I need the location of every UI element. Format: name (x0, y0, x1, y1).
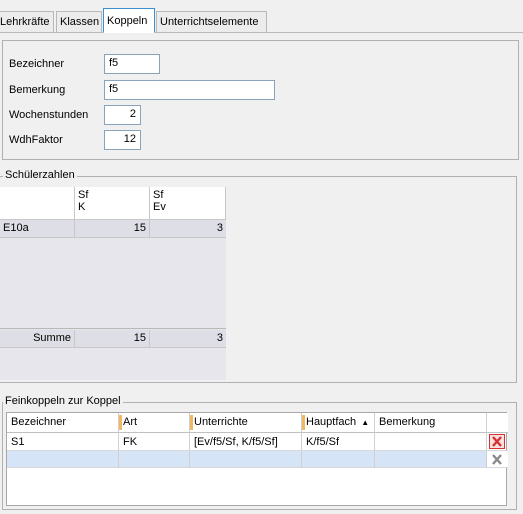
row-label-e10a[interactable]: E10a (0, 220, 75, 238)
sum-label: Summe (0, 330, 75, 348)
header-marker (119, 415, 122, 430)
sum-sf-ev: 3 (150, 330, 226, 348)
tab-klassen[interactable]: Klassen (56, 11, 102, 32)
header-actions (487, 413, 508, 433)
header-hauptfach[interactable]: Hauptfach ▲ (302, 413, 375, 433)
header-bezeichner[interactable]: Bezeichner (7, 413, 119, 433)
header-marker (302, 415, 305, 430)
schuelerzahlen-grid: Sf K Sf Ev E10a 15 3 Summe 15 3 (0, 187, 226, 380)
wdhfaktor-label: WdhFaktor (9, 134, 63, 146)
row2-hauptfach[interactable] (302, 451, 375, 468)
row1-bemerkung[interactable] (375, 433, 487, 451)
bezeichner-field[interactable]: f5 (104, 54, 160, 74)
cell-e10a-sf-k[interactable]: 15 (75, 220, 150, 238)
feinkoppeln-title: Feinkoppeln zur Koppel (3, 395, 123, 407)
row2-unterrichte[interactable] (190, 451, 302, 468)
grid-corner-header (0, 187, 75, 220)
row2-art[interactable] (119, 451, 190, 468)
delete-icon (492, 454, 502, 465)
tab-unterrichtselemente[interactable]: Unterrichtselemente (156, 11, 267, 32)
schuelerzahlen-title: Schülerzahlen (3, 169, 77, 181)
header-unterrichte[interactable]: Unterrichte (190, 413, 302, 433)
grid-sum-divider (0, 328, 226, 329)
row1-delete-button[interactable] (487, 433, 508, 451)
header-bemerkung[interactable]: Bemerkung (375, 413, 487, 433)
koppel-form-panel: Bezeichner f5 Bemerkung f5 Wochenstunden… (2, 40, 519, 160)
row2-bemerkung[interactable] (375, 451, 487, 468)
header-marker (190, 415, 193, 430)
row1-art[interactable]: FK (119, 433, 190, 451)
tab-lehrkraefte[interactable]: Lehrkräfte (0, 11, 54, 32)
wochenstunden-field[interactable]: 2 (104, 105, 141, 125)
header-art[interactable]: Art (119, 413, 190, 433)
bemerkung-label: Bemerkung (9, 84, 66, 96)
bezeichner-label: Bezeichner (9, 58, 65, 70)
column-header-line2: K (78, 201, 86, 213)
row1-hauptfach[interactable]: K/f5/Sf (302, 433, 375, 451)
sort-ascending-icon: ▲ (361, 418, 370, 427)
row2-delete-button[interactable] (487, 451, 508, 468)
wdhfaktor-field[interactable]: 12 (104, 130, 141, 150)
row1-unterrichte[interactable]: [Ev/f5/Sf, K/f5/Sf] (190, 433, 302, 451)
wochenstunden-label: Wochenstunden (9, 109, 89, 121)
delete-icon (489, 434, 505, 449)
column-header-line1: Sf (153, 189, 164, 201)
column-header-line2: Ev (153, 201, 166, 213)
cell-e10a-sf-ev[interactable]: 3 (150, 220, 226, 238)
tab-koppeln[interactable]: Koppeln (103, 8, 155, 33)
row1-bezeichner[interactable]: S1 (7, 433, 119, 451)
column-header-line1: Sf (78, 189, 89, 201)
column-header-sf-k[interactable]: Sf K (75, 187, 150, 220)
column-header-sf-ev[interactable]: Sf Ev (150, 187, 226, 220)
sum-sf-k: 15 (75, 330, 150, 348)
row2-bezeichner[interactable] (7, 451, 119, 468)
bemerkung-field[interactable]: f5 (104, 80, 275, 100)
feinkoppeln-table: Bezeichner Art Unterrichte Hauptfach ▲ B… (6, 412, 508, 506)
